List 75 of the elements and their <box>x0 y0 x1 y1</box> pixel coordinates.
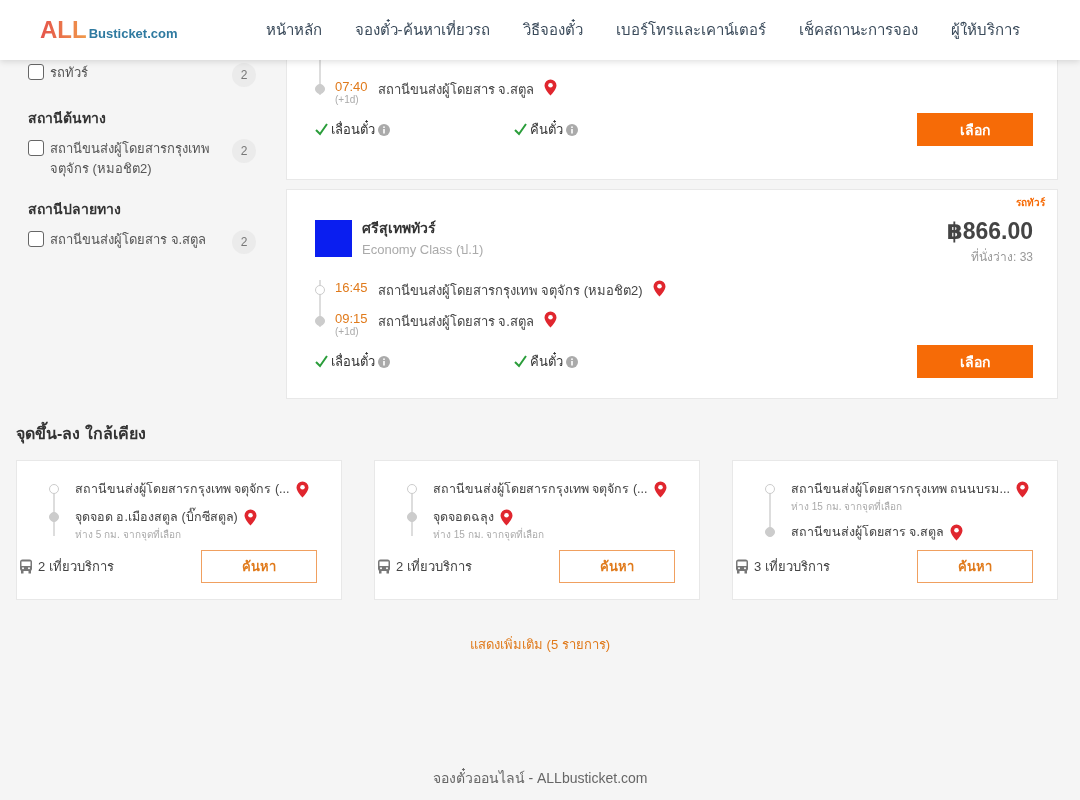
filter-label[interactable]: สถานีขนส่งผู้โดยสารกรุงเทพ จตุจักร (หมอชิต2) <box>50 139 226 178</box>
departure-time: 16:45 <box>335 280 368 295</box>
filter-label[interactable]: สถานีขนส่งผู้โดยสาร จ.สตูล <box>50 230 226 250</box>
price: ฿866.00 <box>946 218 1033 245</box>
map-pin-icon <box>543 311 557 328</box>
section-heading: จุดขึ้น-ลง ใกล้เคียง <box>16 421 1058 446</box>
info-icon <box>378 123 390 136</box>
stop-name: สถานีขนส่งผู้โดยสารกรุงเทพ จตุจักร (... <box>75 481 290 499</box>
map-pin-icon <box>243 508 257 526</box>
timeline-dot <box>407 512 417 522</box>
stop-name: สถานีขนส่งผู้โดยสารกรุงเทพ จตุจักร (... <box>433 481 648 499</box>
stop-name: สถานีขนส่งผู้โดยสารกรุงเทพ ถนนบรม... <box>791 481 1010 499</box>
bus-icon <box>19 559 33 574</box>
feature-label: คืนตั๋ว <box>530 119 563 139</box>
info-icon <box>378 355 390 368</box>
filter-heading: สถานีปลายทาง <box>28 200 122 219</box>
checkbox[interactable] <box>28 140 44 156</box>
map-pin-icon <box>500 508 513 526</box>
timeline-dot <box>765 484 775 494</box>
map-pin-icon <box>1015 480 1029 498</box>
bus-type-label: รถทัวร์ <box>1016 196 1045 210</box>
seat-class: Economy Class (ป.1) <box>362 240 484 259</box>
nav-link[interactable]: เบอร์โทรและเคาน์เตอร์ <box>615 18 766 42</box>
filter-heading: สถานีต้นทาง <box>28 109 107 128</box>
departure-time: 07:40 <box>335 79 368 94</box>
bus-icon <box>377 559 391 574</box>
checkbox[interactable] <box>28 231 44 247</box>
filter-label[interactable]: รถทัวร์ <box>50 63 226 83</box>
timeline-dot <box>49 512 59 522</box>
bus-icon <box>735 559 749 574</box>
station-name: สถานีขนส่งผู้โดยสาร จ.สตูล <box>377 81 534 100</box>
departure-time: 09:15 <box>335 311 368 326</box>
next-day-note: (+1d) <box>335 326 360 337</box>
info-icon <box>566 123 578 136</box>
map-pin-icon <box>543 79 557 96</box>
nav-link[interactable]: ผู้ให้บริการ <box>950 18 1020 42</box>
map-pin-icon <box>295 480 309 498</box>
stop-name: สถานีขนส่งผู้โดยสาร จ.สตูล <box>791 524 944 542</box>
map-pin-icon <box>653 480 667 498</box>
distance-note: ห่าง 15 กม. จากจุดที่เลือก <box>791 499 904 514</box>
count-badge: 2 <box>232 139 256 163</box>
operator-name: ศรีสุเทพทัวร์ <box>362 218 437 239</box>
feature-label: เลื่อนตั๋ว <box>331 119 375 139</box>
feature-label: เลื่อนตั๋ว <box>331 351 375 371</box>
count-badge: 2 <box>232 63 256 87</box>
feature-label: คืนตั๋ว <box>530 351 563 371</box>
map-pin-icon <box>652 280 666 297</box>
nav-link[interactable]: เช็คสถานะการจอง <box>798 18 918 42</box>
stop-name: จุดจอด อ.เมืองสตูล (บิ๊กซีสตูล) <box>75 507 238 527</box>
nav-link[interactable]: จองตั๋ว-ค้นหาเที่ยวรถ <box>354 18 490 42</box>
stop-name: จุดจอดฉลุง <box>433 509 494 527</box>
distance-note: ห่าง 15 กม. จากจุดที่เลือก <box>433 527 545 542</box>
station-name: สถานีขนส่งผู้โดยสาร จ.สตูล <box>377 313 534 332</box>
map-pin-icon <box>949 523 963 541</box>
distance-note: ห่าง 5 กม. จากจุดที่เลือก <box>75 527 182 542</box>
logo-subtext: Busticket.com <box>88 26 178 41</box>
station-name: สถานีขนส่งผู้โดยสารกรุงเทพ จตุจักร (หมอชิต2) <box>377 282 643 301</box>
seats-available: ที่นั่งว่าง: 33 <box>970 247 1033 266</box>
timeline-dot <box>315 285 325 295</box>
timeline-dot <box>315 84 325 94</box>
trip-count: 3 เที่ยวบริการ <box>754 557 830 576</box>
next-day-note: (+1d) <box>335 94 360 105</box>
count-badge: 2 <box>232 230 256 254</box>
timeline-dot <box>315 316 325 326</box>
timeline-dot <box>49 484 59 494</box>
checkbox[interactable] <box>28 64 44 80</box>
nav-link[interactable]: วิธีจองตั๋ว <box>522 18 583 42</box>
nav-link[interactable]: หน้าหลัก <box>265 18 322 42</box>
trip-count: 2 เที่ยวบริการ <box>38 557 114 576</box>
info-icon <box>566 355 578 368</box>
timeline-dot <box>407 484 417 494</box>
timeline-dot <box>765 527 775 537</box>
footer-text: จองตั๋วออนไลน์ - ALLbusticket.com <box>431 767 649 788</box>
trip-count: 2 เที่ยวบริการ <box>396 557 472 576</box>
operator-logo <box>315 219 352 257</box>
